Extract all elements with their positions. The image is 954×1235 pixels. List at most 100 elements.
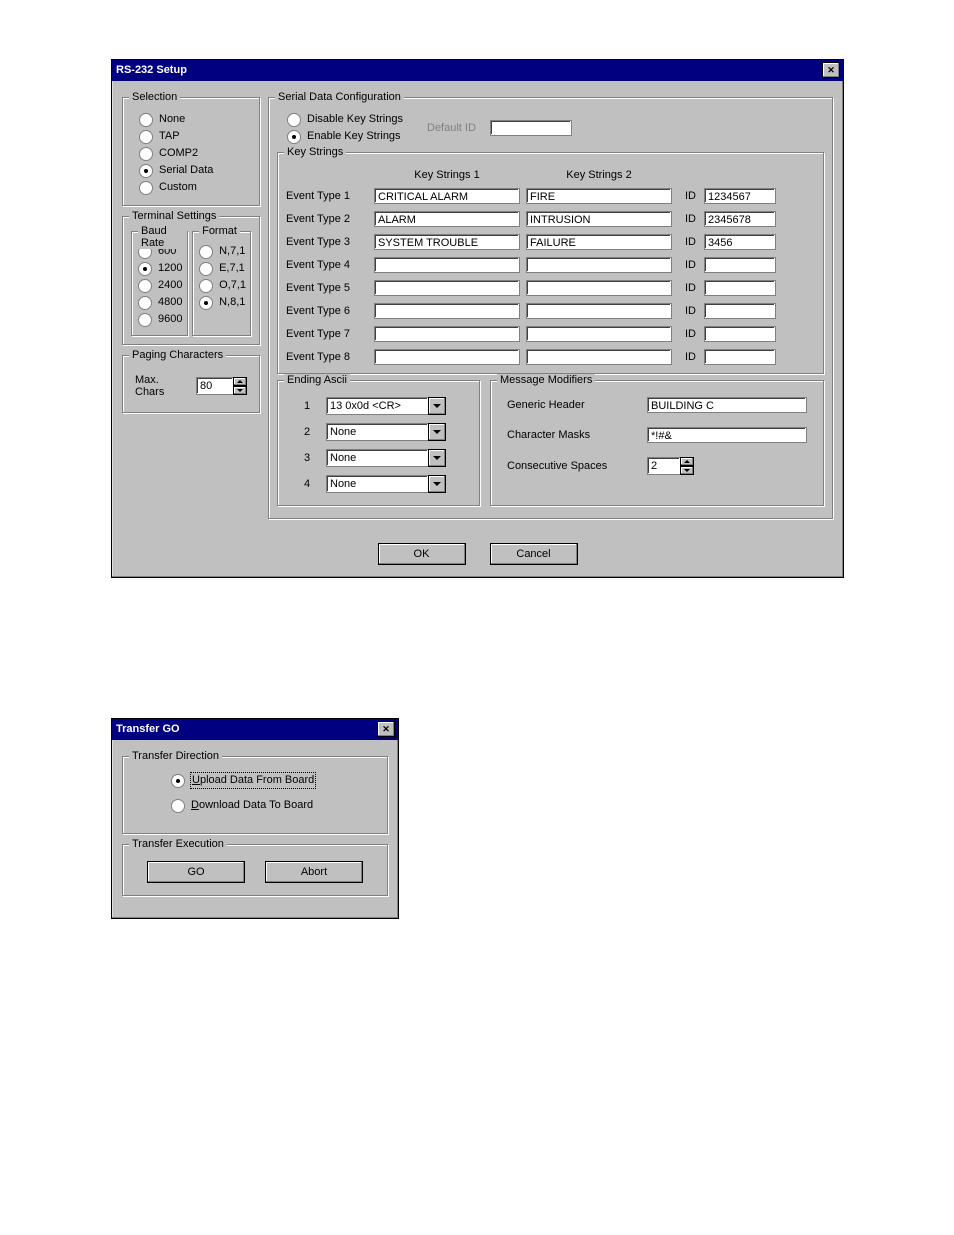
ending-ascii-4-num: 4 [298, 478, 316, 490]
message-modifiers-legend: Message Modifiers [497, 374, 595, 386]
baud-9600[interactable]: 9600 [138, 312, 183, 327]
transfer-title: Transfer GO [116, 723, 180, 735]
radio-icon [199, 296, 213, 310]
event-type-6-id[interactable] [704, 303, 776, 319]
format-n81[interactable]: N,8,1 [199, 295, 246, 310]
event-type-1-label: Event Type 1 [286, 190, 368, 202]
abort-button[interactable]: Abort [265, 861, 363, 883]
download-option[interactable]: Download Data To Board [171, 798, 375, 813]
ks-mode-enable[interactable]: Enable Key Strings [287, 129, 403, 144]
char-masks-input[interactable]: *!#& [647, 427, 807, 443]
paging-chars-legend: Paging Characters [129, 349, 226, 361]
consec-spaces-spinner[interactable]: 2 [647, 457, 694, 475]
ks-col2-header: Key Strings 2 [526, 169, 672, 181]
generic-header-label: Generic Header [507, 399, 637, 411]
ending-ascii-4-combo[interactable]: None [326, 475, 446, 493]
rs232-titlebar: RS-232 Setup ✕ [112, 60, 843, 81]
baud-2400[interactable]: 2400 [138, 278, 183, 293]
event-type-5-id[interactable] [704, 280, 776, 296]
baud-1200[interactable]: 1200 [138, 261, 183, 276]
selection-option-custom[interactable]: Custom [139, 180, 251, 195]
event-type-1-k2[interactable]: FIRE [526, 188, 672, 204]
event-type-3-k1[interactable]: SYSTEM TROUBLE [374, 234, 520, 250]
event-type-2-k2[interactable]: INTRUSION [526, 211, 672, 227]
spinner-up-icon[interactable] [680, 457, 694, 466]
radio-icon [139, 147, 153, 161]
close-icon[interactable]: ✕ [822, 62, 840, 78]
spinner-down-icon[interactable] [680, 466, 694, 475]
ending-ascii-4-value: None [326, 475, 428, 493]
event-type-8-k1[interactable] [374, 349, 520, 365]
transfer-execution-group: Transfer Execution GO Abort [122, 844, 388, 896]
spinner-up-icon[interactable] [233, 377, 247, 386]
event-type-1-id[interactable]: 1234567 [704, 188, 776, 204]
go-button[interactable]: GO [147, 861, 245, 883]
event-type-7-id[interactable] [704, 326, 776, 342]
radio-icon [199, 279, 213, 293]
message-modifiers-group: Message Modifiers Generic Header BUILDIN… [490, 380, 824, 506]
chevron-down-icon[interactable] [428, 397, 446, 415]
default-id-input[interactable] [490, 120, 572, 136]
chevron-down-icon[interactable] [428, 449, 446, 467]
id-label: ID [678, 236, 698, 248]
event-type-5-k1[interactable] [374, 280, 520, 296]
event-type-5-k2[interactable] [526, 280, 672, 296]
radio-icon [199, 262, 213, 276]
radio-icon [287, 130, 301, 144]
format-e71[interactable]: E,7,1 [199, 261, 246, 276]
radio-icon [287, 113, 301, 127]
generic-header-input[interactable]: BUILDING C [647, 397, 807, 413]
selection-option-tap[interactable]: TAP [139, 129, 251, 144]
radio-icon [139, 181, 153, 195]
ending-ascii-2-num: 2 [298, 426, 316, 438]
chevron-down-icon[interactable] [428, 475, 446, 493]
event-type-4-k2[interactable] [526, 257, 672, 273]
event-type-8-id[interactable] [704, 349, 776, 365]
format-group: Format N,7,1 E,7,1 O,7,1 [192, 231, 251, 336]
max-chars-spinner[interactable]: 80 [196, 377, 247, 395]
id-label: ID [678, 259, 698, 271]
baud-4800[interactable]: 4800 [138, 295, 183, 310]
chevron-down-icon[interactable] [428, 423, 446, 441]
ending-ascii-3-combo[interactable]: None [326, 449, 446, 467]
event-type-3-k2[interactable]: FAILURE [526, 234, 672, 250]
event-type-7-k1[interactable] [374, 326, 520, 342]
terminal-settings-group: Terminal Settings Baud Rate 600 1200 [122, 216, 260, 345]
selection-option-comp2[interactable]: COMP2 [139, 146, 251, 161]
radio-icon [139, 164, 153, 178]
event-type-5-label: Event Type 5 [286, 282, 368, 294]
max-chars-value[interactable]: 80 [196, 377, 233, 395]
format-legend: Format [199, 225, 240, 237]
format-n71[interactable]: N,7,1 [199, 244, 246, 259]
format-o71[interactable]: O,7,1 [199, 278, 246, 293]
baud-group: Baud Rate 600 1200 2400 [131, 231, 188, 336]
event-type-4-k1[interactable] [374, 257, 520, 273]
key-strings-legend: Key Strings [284, 146, 346, 158]
event-type-4-id[interactable] [704, 257, 776, 273]
ending-ascii-2-combo[interactable]: None [326, 423, 446, 441]
selection-option-serialdata[interactable]: Serial Data [139, 163, 251, 178]
ok-button[interactable]: OK [378, 543, 466, 565]
terminal-settings-legend: Terminal Settings [129, 210, 219, 222]
event-type-8-k2[interactable] [526, 349, 672, 365]
paging-chars-group: Paging Characters Max. Chars 80 [122, 355, 260, 413]
consec-spaces-value[interactable]: 2 [647, 457, 680, 475]
event-type-2-k1[interactable]: ALARM [374, 211, 520, 227]
ks-mode-disable[interactable]: Disable Key Strings [287, 112, 403, 127]
rs232-title: RS-232 Setup [116, 64, 187, 76]
event-type-1-k1[interactable]: CRITICAL ALARM [374, 188, 520, 204]
event-type-6-k2[interactable] [526, 303, 672, 319]
event-type-6-k1[interactable] [374, 303, 520, 319]
upload-option[interactable]: Upload Data From Board [171, 773, 375, 788]
ending-ascii-3-num: 3 [298, 452, 316, 464]
ending-ascii-1-num: 1 [298, 400, 316, 412]
cancel-button[interactable]: Cancel [490, 543, 578, 565]
selection-option-none[interactable]: None [139, 112, 251, 127]
event-type-2-id[interactable]: 2345678 [704, 211, 776, 227]
close-icon[interactable]: ✕ [377, 721, 395, 737]
spinner-down-icon[interactable] [233, 386, 247, 395]
max-chars-label: Max. Chars [135, 374, 186, 398]
event-type-3-id[interactable]: 3456 [704, 234, 776, 250]
ending-ascii-1-combo[interactable]: 13 0x0d <CR> [326, 397, 446, 415]
event-type-7-k2[interactable] [526, 326, 672, 342]
